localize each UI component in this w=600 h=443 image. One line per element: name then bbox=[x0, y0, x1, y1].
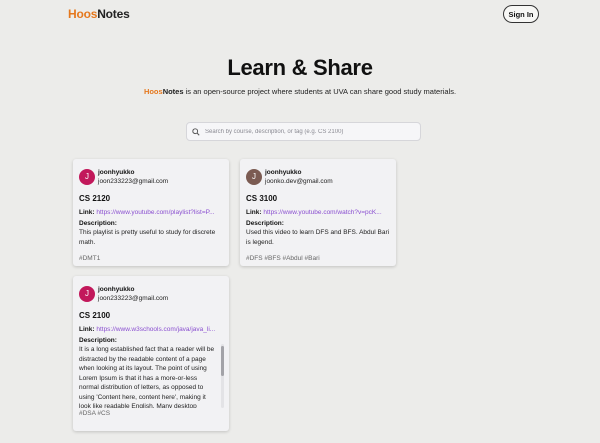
card-description: Used this video to learn DFS and BFS. Ab… bbox=[246, 229, 390, 246]
link-label: Link: bbox=[246, 209, 262, 216]
avatar: J bbox=[246, 168, 262, 185]
avatar: J bbox=[79, 168, 95, 185]
card-link[interactable]: https://www.youtube.com/watch?v=pcK... bbox=[263, 209, 381, 216]
search-icon bbox=[192, 127, 200, 136]
card-username: joonhyukko bbox=[98, 168, 135, 176]
search-input[interactable] bbox=[205, 128, 415, 135]
card-email: joon233223@gmail.com bbox=[98, 294, 169, 302]
card-email: joonko.dev@gmail.com bbox=[265, 177, 333, 185]
card-course: CS 3100 bbox=[246, 194, 278, 203]
navbar: HoosNotes Sign In bbox=[0, 0, 600, 28]
note-card[interactable]: J joonhyukko joon233223@gmail.com CS 212… bbox=[73, 159, 229, 266]
card-description: This playlist is pretty useful to study … bbox=[79, 229, 216, 246]
card-description: It is a long established fact that a rea… bbox=[79, 346, 215, 408]
card-course: CS 2120 bbox=[79, 194, 111, 203]
card-link-row: Link: https://www.w3schools.com/java/jav… bbox=[79, 326, 224, 333]
card-link-row: Link: https://www.youtube.com/playlist?l… bbox=[79, 209, 224, 216]
note-card[interactable]: J joonhyukko joonko.dev@gmail.com CS 310… bbox=[240, 159, 396, 266]
card-email: joon233223@gmail.com bbox=[98, 177, 169, 185]
subtitle-text: is an open-source project where students… bbox=[183, 87, 457, 96]
card-username: joonhyukko bbox=[265, 168, 302, 176]
logo-part-hoos: Hoos bbox=[68, 7, 98, 21]
page-title: Learn & Share bbox=[227, 55, 373, 80]
card-tags: #DFS #BFS #Abdul #Bari bbox=[246, 255, 320, 262]
card-tags: #DSA #CS bbox=[79, 410, 111, 417]
card-username: joonhyukko bbox=[98, 285, 135, 293]
card-header: J joonhyukko joon233223@gmail.com bbox=[79, 167, 224, 186]
card-tags: #DMT1 bbox=[79, 255, 101, 262]
description-label: Description: bbox=[246, 220, 284, 227]
logo-part-notes: Notes bbox=[97, 7, 130, 21]
card-link[interactable]: https://www.youtube.com/playlist?list=P.… bbox=[96, 209, 214, 216]
description-scroll-area[interactable]: It is a long established fact that a rea… bbox=[79, 344, 224, 408]
link-label: Link: bbox=[79, 326, 95, 333]
scrollbar-thumb[interactable] bbox=[221, 346, 224, 376]
link-label: Link: bbox=[79, 209, 95, 216]
card-link[interactable]: https://www.w3schools.com/java/java_li..… bbox=[96, 326, 215, 333]
note-card[interactable]: J joonhyukko joon233223@gmail.com CS 210… bbox=[73, 276, 229, 431]
avatar: J bbox=[79, 285, 95, 302]
page-subtitle: HoosNotes is an open-source project wher… bbox=[0, 87, 600, 96]
subtitle-brand-notes: Notes bbox=[162, 87, 184, 96]
description-scrollbar[interactable] bbox=[221, 344, 224, 408]
logo[interactable]: HoosNotes bbox=[68, 7, 130, 21]
search-bar[interactable] bbox=[186, 122, 421, 141]
subtitle-brand-hoos: Hoos bbox=[143, 87, 163, 96]
sign-in-button[interactable]: Sign In bbox=[503, 5, 539, 23]
card-header: J joonhyukko joonko.dev@gmail.com bbox=[246, 167, 391, 186]
description-label: Description: bbox=[79, 337, 117, 344]
card-link-row: Link: https://www.youtube.com/watch?v=pc… bbox=[246, 209, 391, 216]
card-header: J joonhyukko joon233223@gmail.com bbox=[79, 284, 224, 303]
card-course: CS 2100 bbox=[79, 311, 111, 320]
description-label: Description: bbox=[79, 220, 117, 227]
